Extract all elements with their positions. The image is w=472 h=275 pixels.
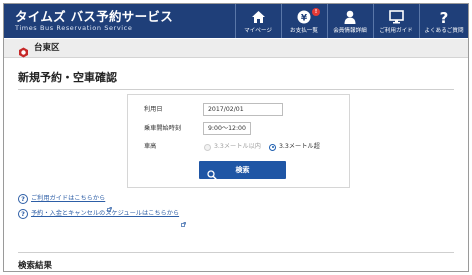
radio-button-icon: [269, 143, 276, 151]
nav-member-info-label: 会員情報詳細: [333, 28, 367, 34]
nav-user-guide-label: ご利用ガイド: [379, 28, 413, 34]
results-divider: [18, 252, 454, 253]
home-icon: [236, 9, 280, 25]
svg-text:?: ?: [440, 10, 449, 25]
person-icon: [328, 9, 372, 25]
brand-title: タイムズ バス予約サービス: [15, 9, 174, 24]
page-title: 新規予約・空車確認: [18, 71, 117, 84]
nav-mypage-label: マイページ: [244, 28, 272, 34]
question-icon: ?: [420, 9, 468, 25]
date-label: 利用日: [144, 106, 163, 113]
schedule-link-text: 予約・入金とキャンセルのスケジュールはこちらから: [31, 210, 180, 217]
nav-mypage[interactable]: マイページ: [235, 4, 280, 38]
location-name: 台東区: [34, 43, 60, 53]
radio-height-under-3-3m[interactable]: 3.3メートル以内: [204, 143, 261, 151]
external-link-icon: [181, 212, 186, 227]
external-link-icon: [107, 197, 113, 212]
nav-payments[interactable]: ¥ ! お支払一覧: [281, 4, 326, 38]
radio-label: 3.3メートル以内: [214, 143, 261, 150]
guide-link-text: ご利用ガイドはこちらから: [31, 195, 106, 202]
notification-badge: !: [312, 8, 320, 16]
title-divider: [18, 89, 454, 90]
nav-user-guide[interactable]: ご利用ガイド: [373, 4, 418, 38]
nav-faq[interactable]: ? よくあるご質問: [419, 4, 468, 38]
date-input[interactable]: 2017/02/01: [203, 103, 283, 116]
search-button[interactable]: 検索: [199, 161, 286, 180]
radio-height-over-3-3m[interactable]: 3.3メートル超: [269, 143, 320, 151]
header-bar: タイムズ バス予約サービス Times Bus Reservation Serv…: [4, 4, 468, 38]
brand-logo[interactable]: タイムズ バス予約サービス Times Bus Reservation Serv…: [15, 9, 173, 33]
schedule-link[interactable]: ? 予約・入金とキャンセルのスケジュールはこちらから: [18, 209, 186, 227]
svg-text:¥: ¥: [301, 14, 308, 24]
monitor-icon: [374, 9, 418, 25]
brand-subtitle: Times Bus Reservation Service: [15, 24, 133, 32]
start-time-select[interactable]: 9:00〜12:00: [203, 122, 251, 135]
guide-link[interactable]: ? ご利用ガイドはこちらから: [18, 194, 113, 212]
search-form: 利用日 2017/02/01 乗車開始時刻 9:00〜12:00 車高 3.3メ…: [127, 94, 350, 188]
help-question-icon: ?: [18, 194, 28, 204]
results-heading: 検索結果: [18, 261, 53, 271]
help-question-icon: ?: [18, 209, 28, 219]
start-time-label: 乗車開始時刻: [144, 125, 182, 132]
vehicle-height-label: 車高: [144, 143, 157, 150]
search-button-label: 検索: [235, 166, 250, 174]
radio-button-icon: [204, 143, 211, 151]
location-bar: 台東区: [4, 39, 468, 58]
bus-stop-icon: [18, 43, 29, 58]
nav-faq-label: よくあるご質問: [424, 28, 464, 34]
nav-payments-label: お支払一覧: [290, 28, 318, 34]
page-frame: タイムズ バス予約サービス Times Bus Reservation Serv…: [3, 3, 469, 272]
nav-member-info[interactable]: 会員情報詳細: [327, 4, 372, 38]
radio-label: 3.3メートル超: [279, 143, 320, 150]
